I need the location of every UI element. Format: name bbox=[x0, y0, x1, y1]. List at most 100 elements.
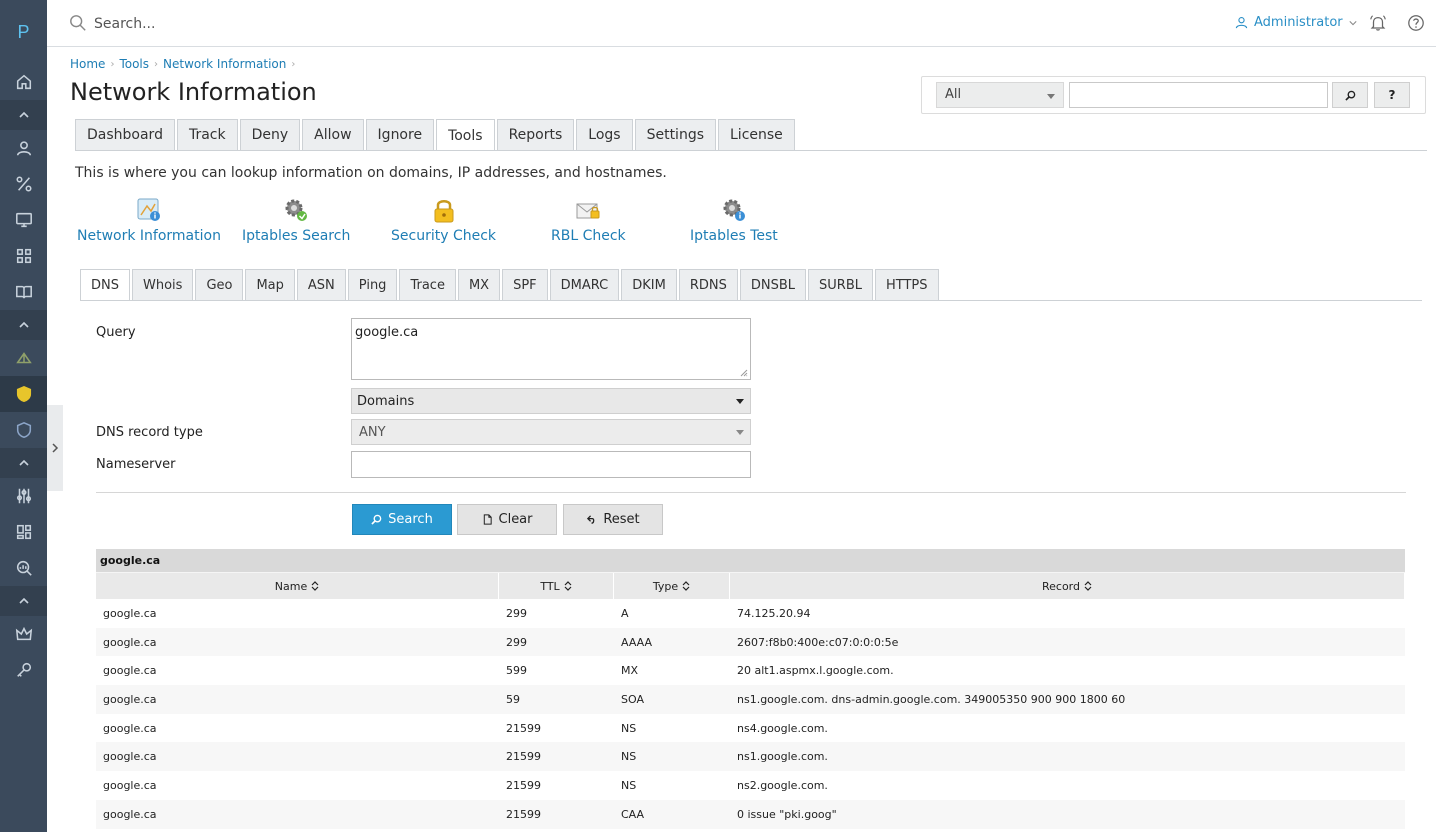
rail-section-toggle-4[interactable] bbox=[0, 586, 47, 616]
tool-network-information[interactable]: Network Information bbox=[77, 196, 221, 244]
quick-search-input[interactable] bbox=[1069, 82, 1328, 108]
rail-shield-b[interactable] bbox=[0, 412, 47, 448]
tool-iptables-test[interactable]: Iptables Test bbox=[690, 196, 778, 244]
subtab-dns[interactable]: DNS bbox=[80, 269, 130, 301]
record-type-label: DNS record type bbox=[96, 425, 203, 440]
quick-search-scope-select[interactable]: All bbox=[936, 82, 1064, 108]
rail-plugin-a[interactable] bbox=[0, 340, 47, 376]
tool-iptables-search[interactable]: Iptables Search bbox=[242, 196, 350, 244]
subtab-https[interactable]: HTTPS bbox=[875, 269, 939, 300]
record-type-value: ANY bbox=[359, 425, 386, 440]
global-search-input[interactable] bbox=[94, 12, 494, 36]
subtab-trace[interactable]: Trace bbox=[399, 269, 456, 300]
subtab-mx[interactable]: MX bbox=[457, 269, 501, 300]
subtab-spf[interactable]: SPF bbox=[502, 269, 548, 300]
notifications-icon[interactable] bbox=[1369, 14, 1387, 32]
rail-keys[interactable] bbox=[0, 652, 47, 688]
resize-grip-icon[interactable] bbox=[740, 369, 748, 377]
quick-search-help-button[interactable]: ? bbox=[1374, 82, 1410, 108]
rail-sliders[interactable] bbox=[0, 478, 47, 514]
table-row: google.ca 299 AAAA 2607:f8b0:400e:c07:0:… bbox=[96, 627, 1405, 657]
subtab-dmarc[interactable]: DMARC bbox=[549, 269, 620, 300]
rail-dashboard[interactable] bbox=[0, 514, 47, 550]
subtab-ping[interactable]: Ping bbox=[347, 269, 398, 300]
cell-name: google.ca bbox=[103, 750, 157, 764]
user-icon bbox=[16, 141, 31, 156]
breadcrumb-home[interactable]: Home bbox=[70, 57, 105, 71]
subtab-geo[interactable]: Geo bbox=[195, 269, 244, 300]
cell-record: ns2.google.com. bbox=[737, 778, 828, 792]
subtab-whois[interactable]: Whois bbox=[132, 269, 194, 300]
rail-docs[interactable] bbox=[0, 274, 47, 310]
nameserver-input[interactable] bbox=[351, 451, 751, 478]
rail-section-toggle-1[interactable] bbox=[0, 100, 47, 130]
column-header-type[interactable]: Type bbox=[614, 573, 730, 599]
rail-home[interactable] bbox=[0, 64, 47, 100]
tab-track[interactable]: Track bbox=[176, 119, 238, 150]
rail-stats[interactable] bbox=[0, 550, 47, 586]
cell-type: NS bbox=[621, 778, 637, 792]
magnifier-chart-icon bbox=[16, 560, 32, 576]
breadcrumb-network-information[interactable]: Network Information bbox=[163, 57, 286, 71]
rail-section-toggle-2[interactable] bbox=[0, 310, 47, 340]
lookup-subtabs: DNS Whois Geo Map ASN Ping Trace MX SPF … bbox=[80, 269, 941, 301]
sort-icon bbox=[311, 581, 319, 591]
cell-type: NS bbox=[621, 750, 637, 764]
column-header-ttl[interactable]: TTL bbox=[499, 573, 614, 599]
tab-dashboard[interactable]: Dashboard bbox=[75, 119, 175, 150]
subtab-map[interactable]: Map bbox=[245, 269, 295, 300]
column-header-record[interactable]: Record bbox=[730, 573, 1405, 599]
tool-label: Security Check bbox=[391, 228, 497, 244]
rail-apps[interactable] bbox=[0, 238, 47, 274]
cell-name: google.ca bbox=[103, 606, 157, 620]
chevron-right-icon bbox=[52, 443, 59, 453]
chevron-right-icon: › bbox=[291, 58, 296, 70]
quick-search-button[interactable] bbox=[1332, 82, 1368, 108]
subtab-rdns[interactable]: RDNS bbox=[678, 269, 738, 300]
home-icon bbox=[16, 74, 31, 90]
table-row: google.ca 21599 NS ns2.google.com. bbox=[96, 771, 1405, 800]
subtab-dnsbl[interactable]: DNSBL bbox=[739, 269, 807, 300]
quick-search-help-label: ? bbox=[1388, 88, 1396, 102]
tab-license[interactable]: License bbox=[718, 119, 795, 150]
cell-record: 2607:f8b0:400e:c07:0:0:0:5e bbox=[737, 635, 899, 649]
help-icon[interactable] bbox=[1407, 14, 1425, 32]
cell-type: A bbox=[621, 606, 629, 620]
rail-section-toggle-3[interactable] bbox=[0, 448, 47, 478]
tab-reports[interactable]: Reports bbox=[496, 119, 575, 150]
tool-security-check[interactable]: Security Check bbox=[391, 196, 496, 244]
record-type-select[interactable]: ANY bbox=[351, 419, 751, 445]
shield-alt-icon bbox=[16, 421, 31, 438]
rail-crown[interactable] bbox=[0, 616, 47, 652]
tab-allow[interactable]: Allow bbox=[302, 119, 364, 150]
cell-ttl: 21599 bbox=[506, 778, 541, 792]
reset-button[interactable]: Reset bbox=[563, 504, 663, 535]
rail-security-active[interactable] bbox=[0, 376, 47, 412]
tab-settings[interactable]: Settings bbox=[634, 119, 716, 150]
search-button[interactable]: Search bbox=[352, 504, 452, 535]
subtab-surbl[interactable]: SURBL bbox=[808, 269, 873, 300]
rail-percent[interactable] bbox=[0, 166, 47, 202]
tool-rbl-check[interactable]: RBL Check bbox=[551, 196, 626, 244]
rail-monitor[interactable] bbox=[0, 202, 47, 238]
column-header-name[interactable]: Name bbox=[96, 573, 499, 599]
tab-deny[interactable]: Deny bbox=[239, 119, 301, 150]
user-menu[interactable]: Administrator bbox=[1235, 15, 1357, 30]
cell-ttl: 59 bbox=[506, 692, 520, 706]
clear-button[interactable]: Clear bbox=[457, 504, 557, 535]
query-textarea[interactable]: google.ca bbox=[351, 318, 751, 380]
breadcrumb-tools[interactable]: Tools bbox=[119, 57, 149, 71]
subtab-asn[interactable]: ASN bbox=[296, 269, 346, 300]
rail-users[interactable] bbox=[0, 130, 47, 166]
tab-tools[interactable]: Tools bbox=[436, 119, 495, 151]
rail-expand-toggle[interactable] bbox=[47, 405, 63, 491]
tab-logs[interactable]: Logs bbox=[576, 119, 633, 150]
cell-name: google.ca bbox=[103, 664, 157, 678]
mail-lock-icon bbox=[576, 203, 600, 219]
tab-ignore[interactable]: Ignore bbox=[365, 119, 435, 150]
app-logo[interactable]: P bbox=[0, 0, 47, 64]
chevron-up-icon bbox=[18, 321, 29, 328]
search-icon bbox=[70, 15, 86, 31]
query-type-select[interactable]: Domains bbox=[351, 388, 751, 414]
subtab-dkim[interactable]: DKIM bbox=[621, 269, 677, 300]
